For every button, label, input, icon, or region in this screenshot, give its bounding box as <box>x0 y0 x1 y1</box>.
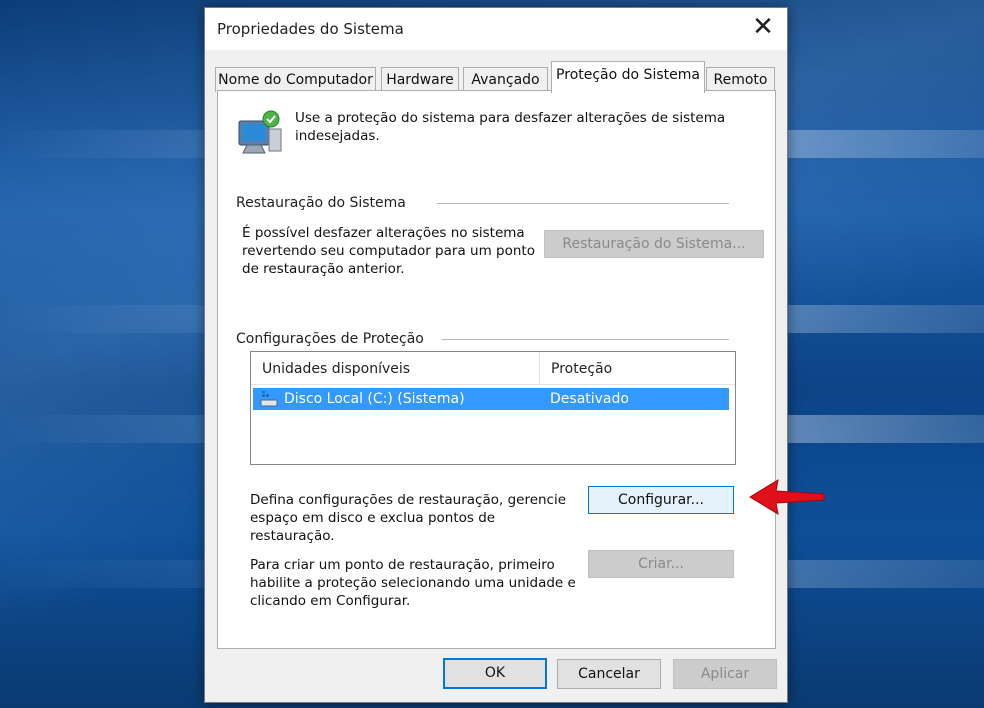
system-properties-dialog: Propriedades do Sistema ✕ Nome do Comput… <box>204 7 788 703</box>
drive-icon <box>260 391 278 407</box>
tab-panel-system-protection: Use a proteção do sistema para desfazer … <box>217 90 776 649</box>
tab-remote[interactable]: Remoto <box>706 67 775 92</box>
ok-button[interactable]: OK <box>443 658 547 689</box>
red-arrow-icon <box>749 478 825 516</box>
tab-system-protection[interactable]: Proteção do Sistema <box>551 61 705 93</box>
tab-computer-name[interactable]: Nome do Computador <box>215 67 376 92</box>
configure-button[interactable]: Configurar... <box>588 486 734 514</box>
drives-list-header: Unidades disponíveis Proteção <box>251 352 735 385</box>
drive-protection-status: Desativado <box>550 391 629 407</box>
system-restore-button[interactable]: Restauração do Sistema... <box>544 230 764 258</box>
protection-group-title: Configurações de Proteção <box>236 331 424 347</box>
drives-list[interactable]: Unidades disponíveis Proteção Disco Loca… <box>250 351 736 465</box>
cancel-button[interactable]: Cancelar <box>557 659 661 689</box>
apply-button[interactable]: Aplicar <box>673 659 777 689</box>
intro-description: Use a proteção do sistema para desfazer … <box>295 110 726 144</box>
tab-advanced[interactable]: Avançado <box>463 67 548 92</box>
group-divider <box>442 339 729 340</box>
tab-strip: Nome do Computador Hardware Avançado Pro… <box>205 61 787 93</box>
restore-group-title: Restauração do Sistema <box>236 195 406 211</box>
window-title: Propriedades do Sistema <box>217 20 404 38</box>
column-header-available-drives[interactable]: Unidades disponíveis <box>251 352 539 384</box>
close-icon[interactable]: ✕ <box>749 14 777 42</box>
tab-hardware[interactable]: Hardware <box>381 67 459 92</box>
create-restore-point-button[interactable]: Criar... <box>588 550 734 578</box>
title-bar: Propriedades do Sistema ✕ <box>205 8 787 50</box>
group-divider <box>437 203 729 204</box>
create-description: Para criar um ponto de restauração, prim… <box>250 557 576 609</box>
table-row[interactable]: Disco Local (C:) (Sistema) Desativado <box>253 388 729 410</box>
configure-description: Defina configurações de restauração, ger… <box>250 492 567 544</box>
column-header-protection[interactable]: Proteção <box>539 352 735 384</box>
system-protection-icon <box>238 110 282 154</box>
restore-description: É possível desfazer alterações no sistem… <box>242 225 535 277</box>
drive-name: Disco Local (C:) (Sistema) <box>284 391 465 407</box>
